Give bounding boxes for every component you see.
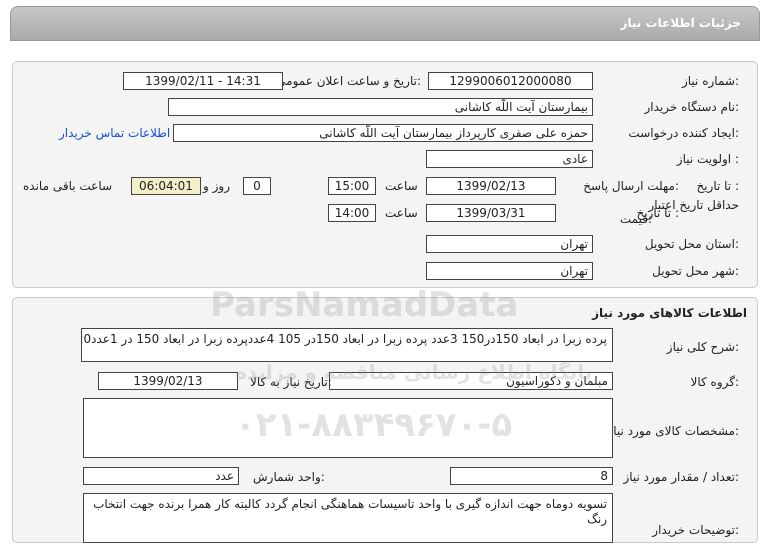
deadline-date-field: 1399/02/13 [426, 177, 556, 195]
summary-field: پرده زبرا در ابعاد 150در150 3عدد پرده زب… [81, 328, 613, 362]
contact-buyer-link[interactable]: اطلاعات تماس خریدار [59, 126, 170, 140]
days-field: 0 [243, 177, 271, 195]
city-field: تهران [426, 262, 593, 280]
requester-field: حمزه علی صفری کارپرداز بیمارستان آیت الل… [173, 124, 593, 142]
validity-to-label: تا تاریخ : [636, 206, 679, 220]
buyer-org-label: نام دستگاه خریدار: [644, 100, 740, 114]
need-number-field: 1299006012000080 [428, 72, 593, 90]
priority-label: اولویت نیاز : [676, 152, 739, 166]
goods-section-title: اطلاعات کالاهای مورد نیاز [592, 306, 747, 320]
summary-label: شرح کلی نیاز: [666, 340, 739, 354]
buyer-org-field: بیمارستان آیت اللّه کاشانی [168, 98, 593, 116]
group-field: مبلمان و دکوراسیون [329, 372, 613, 390]
remaining-time-field: 06:04:01 [131, 177, 201, 195]
page-header: جزئیات اطلاعات نیاز [10, 6, 760, 41]
validity-date-field: 1399/03/31 [426, 204, 556, 222]
validity-time-field: 14:00 [328, 204, 376, 222]
goods-panel: اطلاعات کالاهای مورد نیاز شرح کلی نیاز: … [12, 297, 758, 543]
qty-label: تعداد / مقدار مورد نیاز: [623, 470, 739, 484]
specs-field [83, 398, 613, 458]
buyer-desc-field: تسویه دوماه جهت اندازه گیری با واحد تاسی… [83, 493, 613, 543]
deadline-time-label: ساعت [385, 179, 418, 193]
qty-field: 8 [450, 467, 613, 485]
page-title: جزئیات اطلاعات نیاز [620, 16, 741, 30]
announce-label: تاریخ و ساعت اعلان عمومی: [276, 74, 421, 88]
days-label: روز و [203, 179, 230, 193]
group-label: گروه کالا: [690, 375, 740, 389]
unit-label: واحد شمارش: [253, 470, 325, 484]
province-label: استان محل تحویل: [644, 237, 739, 251]
deadline-to-label: تا تاریخ : [696, 179, 739, 193]
need-info-panel: شماره نیاز: 1299006012000080 تاریخ و ساع… [12, 61, 758, 288]
requester-label: ایجاد کننده درخواست: [628, 126, 739, 140]
need-date-field: 1399/02/13 [98, 372, 238, 390]
specs-label: مشخصات کالای مورد نیاز: [607, 424, 739, 438]
deadline-label: مهلت ارسال پاسخ: [583, 179, 679, 193]
remaining-label: ساعت باقی مانده [23, 179, 113, 193]
city-label: شهر محل تحویل: [652, 264, 739, 278]
priority-field: عادی [426, 150, 593, 168]
announce-field: 1399/02/11 - 14:31 [123, 72, 283, 90]
unit-field: عدد [83, 467, 239, 485]
validity-time-label: ساعت [385, 206, 418, 220]
need-date-label: تاریخ نیاز به کالا: [250, 375, 332, 389]
buyer-desc-label: توضیحات خریدار: [652, 523, 739, 537]
deadline-time-field: 15:00 [328, 177, 376, 195]
province-field: تهران [426, 235, 593, 253]
need-number-label: شماره نیاز: [681, 74, 739, 88]
